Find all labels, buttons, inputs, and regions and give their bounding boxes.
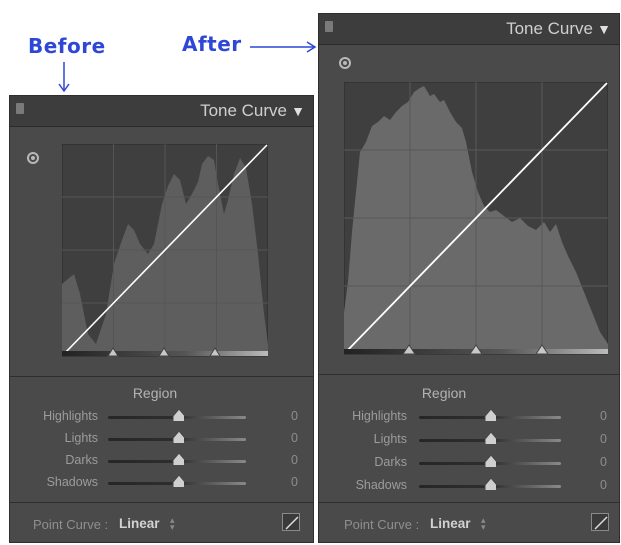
- panel-header[interactable]: Tone Curve ▼: [10, 96, 313, 127]
- point-curve-label: Point Curve :: [344, 517, 420, 532]
- highlights-label: Highlights: [43, 409, 98, 423]
- select-arrows-icon[interactable]: ▴ ▾: [170, 516, 175, 532]
- shadows-slider-row: Shadows 0: [10, 473, 313, 493]
- grip-icon[interactable]: [325, 21, 333, 32]
- darks-label: Darks: [374, 455, 407, 469]
- shadows-label: Shadows: [46, 475, 98, 489]
- lights-value: 0: [600, 432, 607, 446]
- target-adjustment-icon[interactable]: [339, 57, 351, 69]
- region-title: Region: [132, 385, 178, 401]
- tone-curve-panel-before: Tone Curve ▼ Region Highlights 0 Lights …: [9, 95, 314, 543]
- point-curve-footer: Point Curve : Linear ▴ ▾: [319, 502, 619, 543]
- lights-label: Lights: [373, 432, 407, 446]
- shadows-value: 0: [600, 478, 607, 492]
- point-curve-select[interactable]: Linear: [119, 516, 160, 531]
- highlights-label: Highlights: [352, 409, 407, 423]
- highlights-value: 0: [600, 409, 607, 423]
- lights-thumb[interactable]: [484, 432, 496, 444]
- darks-label: Darks: [65, 453, 98, 467]
- after-arrow-icon: [250, 41, 317, 53]
- shadows-thumb[interactable]: [172, 475, 184, 487]
- before-annotation: Before: [28, 34, 106, 58]
- lights-label: Lights: [64, 431, 98, 445]
- point-curve-select[interactable]: Linear: [430, 516, 471, 531]
- highlights-thumb[interactable]: [484, 409, 496, 421]
- point-curve-edit-icon[interactable]: [591, 513, 609, 531]
- tone-curve-graph[interactable]: [62, 144, 268, 358]
- highlights-slider-row: Highlights 0: [10, 407, 313, 427]
- collapse-triangle-icon[interactable]: ▼: [291, 103, 305, 119]
- darks-slider-row: Darks 0: [10, 451, 313, 471]
- before-arrow-icon: [58, 62, 70, 93]
- collapse-triangle-icon[interactable]: ▼: [597, 21, 611, 37]
- select-arrows-icon[interactable]: ▴ ▾: [481, 516, 486, 532]
- panel-header[interactable]: Tone Curve ▼: [319, 14, 619, 45]
- tone-curve-graph[interactable]: [344, 82, 608, 358]
- darks-value: 0: [291, 453, 298, 467]
- shadows-label: Shadows: [355, 478, 407, 492]
- highlights-thumb[interactable]: [172, 409, 184, 421]
- tone-curve-panel-after: Tone Curve ▼ Region Highlights 0 Lights …: [318, 13, 620, 543]
- panel-title: Tone Curve: [506, 19, 593, 38]
- lights-slider-row: Lights 0: [319, 430, 619, 450]
- lights-value: 0: [291, 431, 298, 445]
- shadows-value: 0: [291, 475, 298, 489]
- shadows-slider-row: Shadows 0: [319, 476, 619, 496]
- target-adjustment-icon[interactable]: [27, 152, 39, 164]
- darks-value: 0: [600, 455, 607, 469]
- region-section: Region Highlights 0 Lights 0 Darks 0 Sha…: [10, 376, 313, 503]
- region-title: Region: [421, 385, 467, 401]
- darks-slider-row: Darks 0: [319, 453, 619, 473]
- panel-title: Tone Curve: [200, 101, 287, 120]
- point-curve-footer: Point Curve : Linear ▴ ▾: [10, 502, 313, 543]
- point-curve-edit-icon[interactable]: [282, 513, 300, 531]
- lights-thumb[interactable]: [172, 431, 184, 443]
- grip-icon[interactable]: [16, 103, 24, 114]
- highlights-slider-row: Highlights 0: [319, 407, 619, 427]
- point-curve-label: Point Curve :: [33, 517, 109, 532]
- shadows-thumb[interactable]: [484, 478, 496, 490]
- after-annotation: After: [182, 32, 242, 56]
- highlights-value: 0: [291, 409, 298, 423]
- region-section: Region Highlights 0 Lights 0 Darks 0 Sha…: [319, 374, 619, 503]
- darks-thumb[interactable]: [172, 453, 184, 465]
- darks-thumb[interactable]: [484, 455, 496, 467]
- lights-slider-row: Lights 0: [10, 429, 313, 449]
